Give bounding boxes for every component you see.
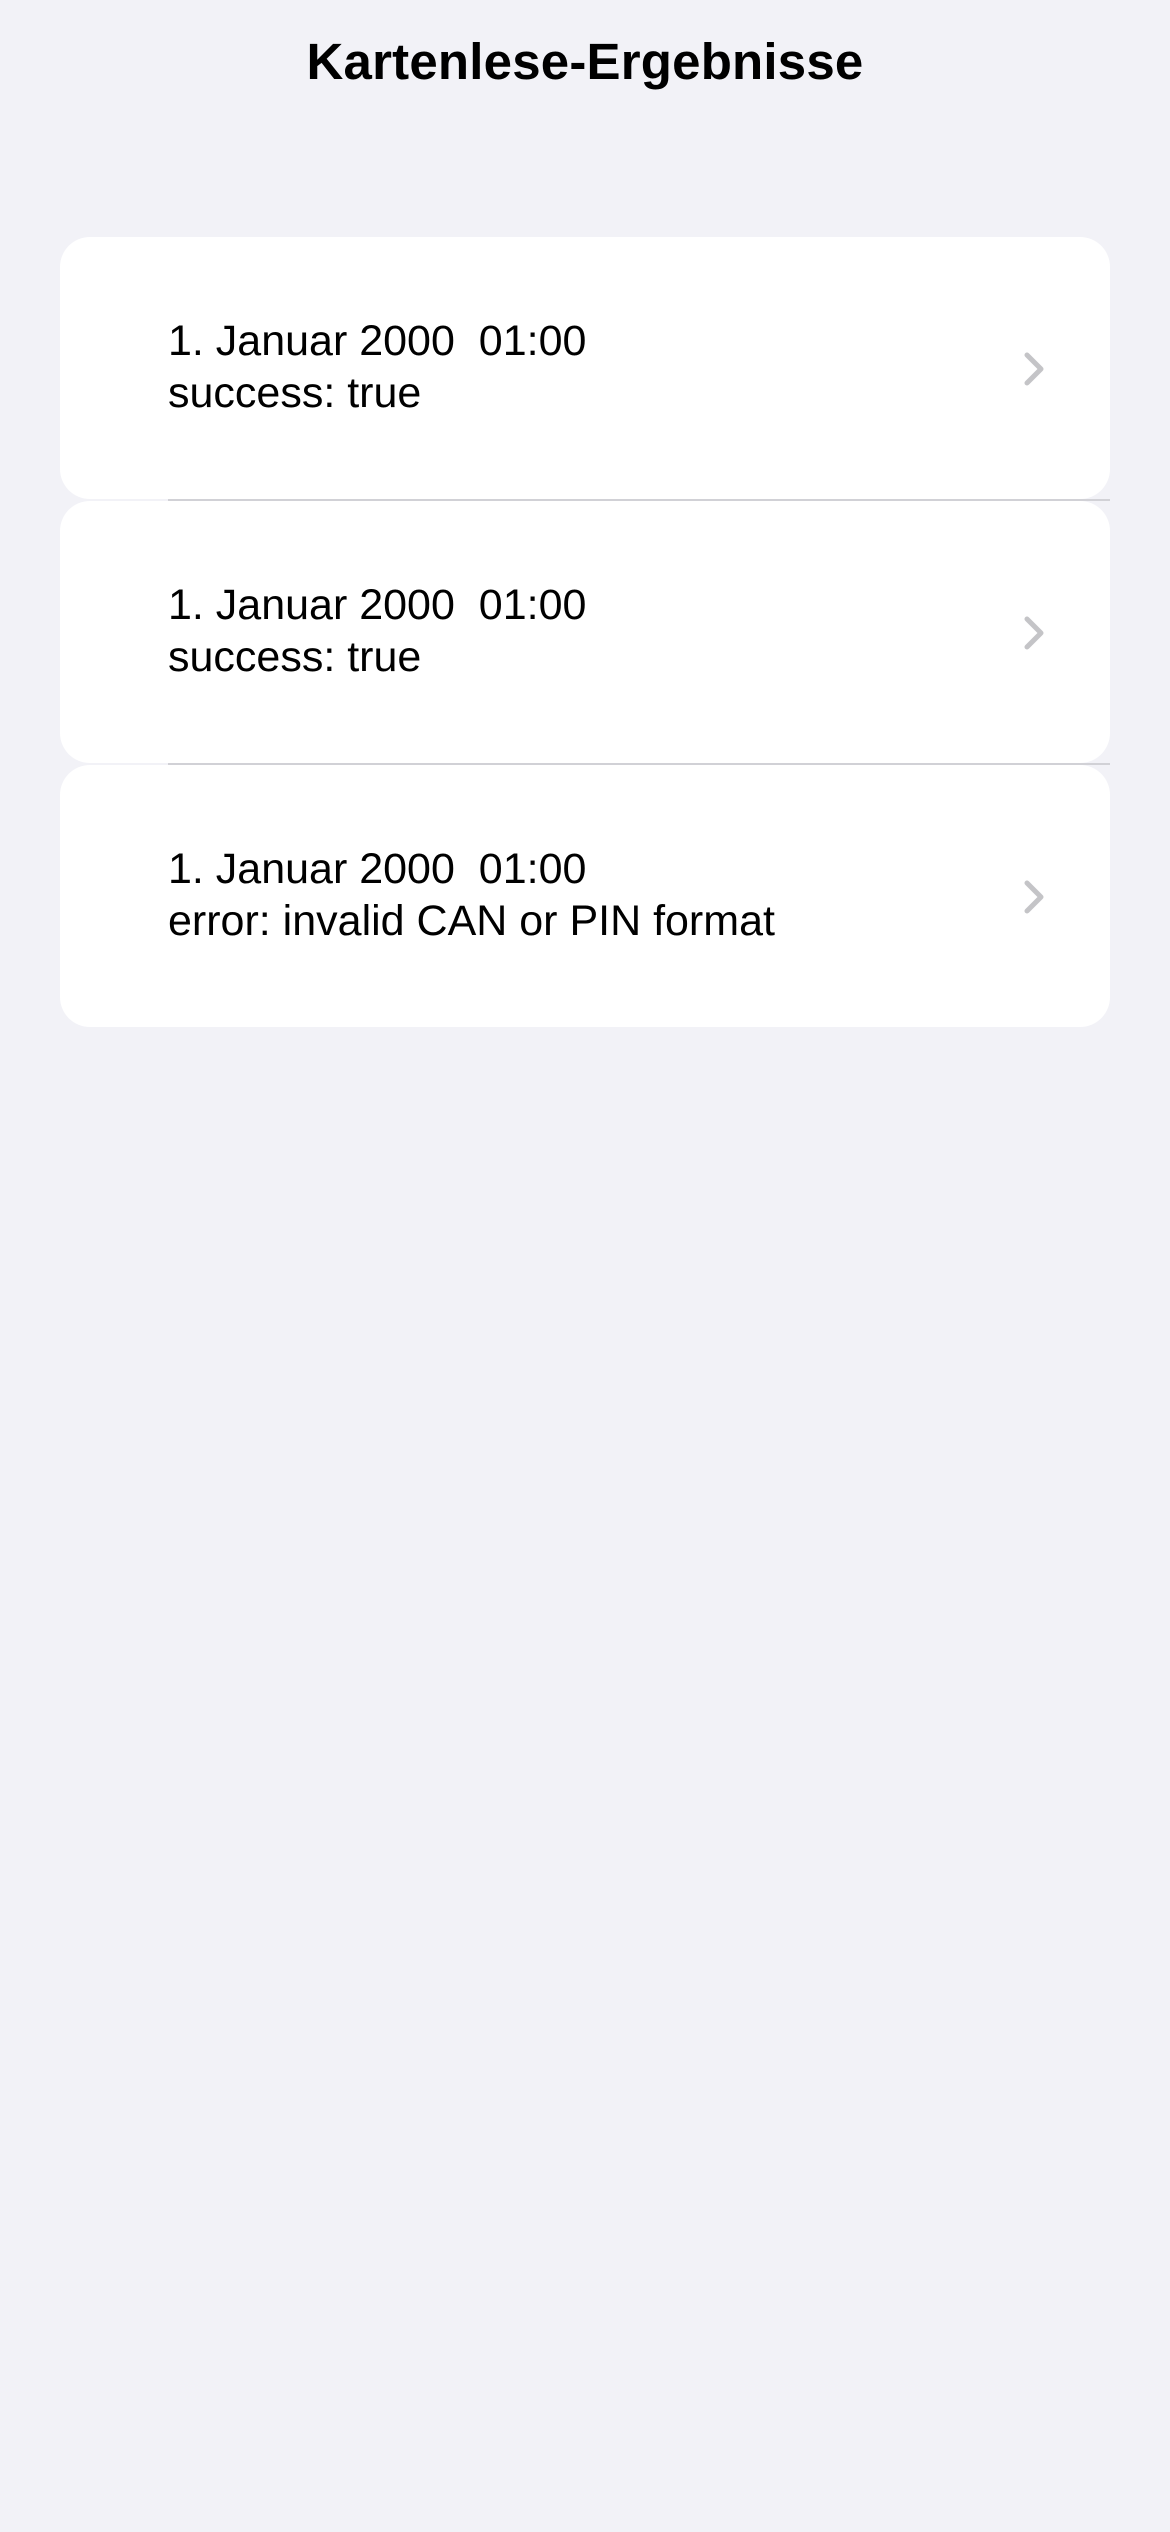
- chevron-right-icon: [1024, 352, 1044, 386]
- list-item[interactable]: 1. Januar 2000 01:00 error: invalid CAN …: [60, 765, 1110, 1027]
- results-list: 1. Januar 2000 01:00 success: true 1. Ja…: [60, 237, 1110, 1029]
- chevron-right-icon: [1024, 616, 1044, 650]
- result-status: success: true: [168, 633, 422, 681]
- result-datetime: 1. Januar 2000 01:00: [168, 843, 775, 895]
- result-time: 01:00: [478, 317, 587, 365]
- list-item-text: 1. Januar 2000 01:00 success: true: [168, 315, 586, 419]
- result-datetime: 1. Januar 2000 01:00: [168, 579, 586, 631]
- list-item-text: 1. Januar 2000 01:00 error: invalid CAN …: [168, 843, 775, 947]
- navigation-bar: Kartenlese-Ergebnisse: [0, 0, 1170, 130]
- result-date: 1. Januar 2000: [168, 845, 455, 893]
- list-item[interactable]: 1. Januar 2000 01:00 success: true: [60, 237, 1110, 501]
- result-date: 1. Januar 2000: [168, 317, 455, 365]
- list-item-text: 1. Januar 2000 01:00 success: true: [168, 579, 586, 683]
- result-time: 01:00: [478, 581, 587, 629]
- result-date: 1. Januar 2000: [168, 581, 455, 629]
- result-status: success: true: [168, 369, 422, 417]
- result-datetime: 1. Januar 2000 01:00: [168, 315, 586, 367]
- result-time: 01:00: [478, 845, 587, 893]
- list-item[interactable]: 1. Januar 2000 01:00 success: true: [60, 501, 1110, 765]
- result-status: error: invalid CAN or PIN format: [168, 897, 775, 945]
- page-title: Kartenlese-Ergebnisse: [306, 33, 864, 90]
- chevron-right-icon: [1024, 880, 1044, 914]
